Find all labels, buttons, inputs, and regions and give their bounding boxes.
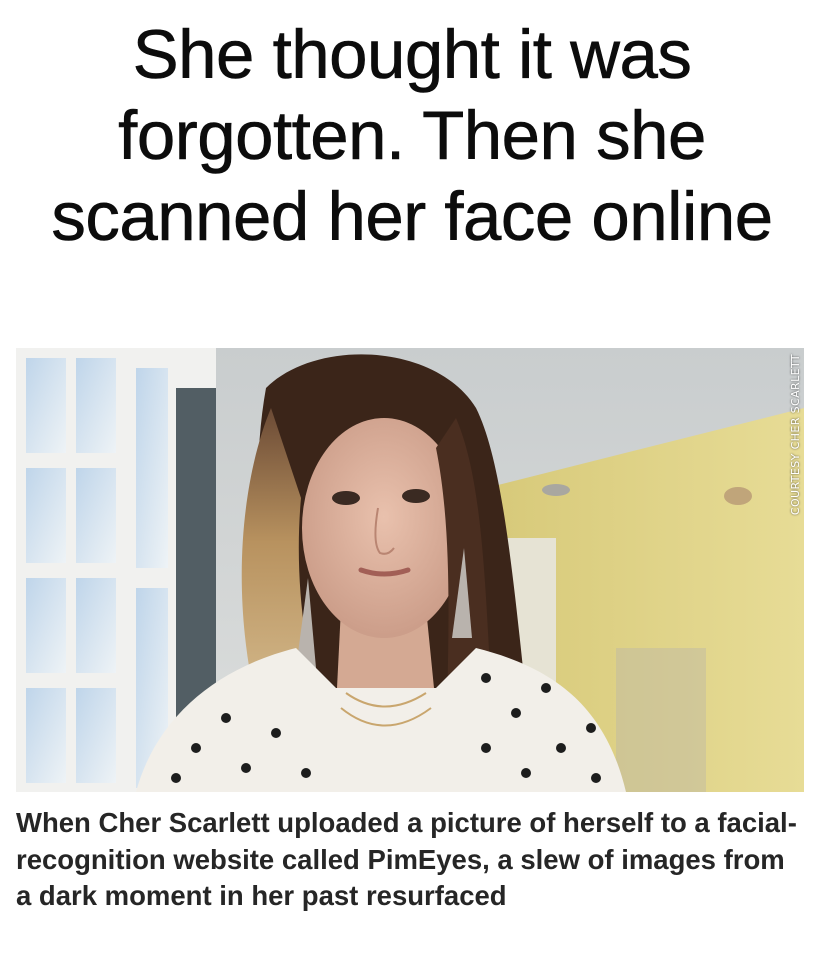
article-summary[interactable]: When Cher Scarlett uploaded a picture of… <box>16 805 806 915</box>
article-photo[interactable]: COURTESY CHER SCARLETT <box>16 348 804 792</box>
photo-credit: COURTESY CHER SCARLETT <box>789 354 802 516</box>
doorway <box>616 648 706 792</box>
ceiling-light <box>542 484 570 496</box>
article-headline[interactable]: She thought it was forgotten. Then she s… <box>20 14 804 257</box>
photo-illustration <box>16 348 804 792</box>
ceiling-light <box>724 487 752 505</box>
